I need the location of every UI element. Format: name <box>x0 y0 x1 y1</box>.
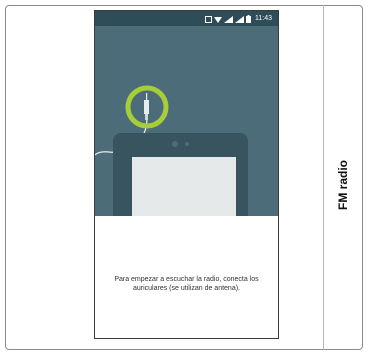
connect-headphones-message: Para empezar a escuchar la radio, conect… <box>114 276 259 292</box>
phone-screen: 11:43 Para empezar a escuchar la radio, … <box>94 10 279 339</box>
notification-icon <box>205 11 212 28</box>
wifi-icon <box>214 11 222 28</box>
status-time: 11:43 <box>255 15 272 22</box>
signal-icon <box>235 11 244 28</box>
status-bar: 11:43 <box>95 11 278 26</box>
message-area: Para empezar a escuchar la radio, conect… <box>95 216 278 338</box>
signal-icon <box>224 11 233 28</box>
battery-icon <box>246 11 251 28</box>
headphones-illustration <box>95 26 278 216</box>
frame-divider <box>323 5 324 350</box>
side-label: FM radio <box>336 160 350 210</box>
